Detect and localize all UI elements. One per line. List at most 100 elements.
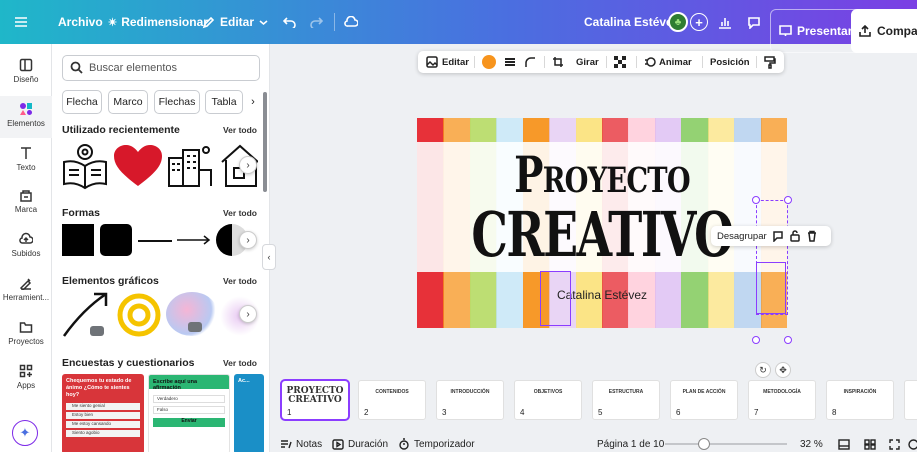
zoom-slider-track[interactable] xyxy=(665,443,787,445)
see-all-link[interactable]: Ver todo xyxy=(223,208,257,218)
comment-plus-icon[interactable] xyxy=(772,230,784,242)
menu-button[interactable] xyxy=(14,0,28,44)
page-view-button[interactable] xyxy=(838,436,850,452)
slide-canvas[interactable]: Proyecto CREATIVO Catalina Estévez xyxy=(417,118,787,328)
rail-item-elements[interactable]: Elementos xyxy=(0,96,52,138)
rail-item-projects[interactable]: Proyectos xyxy=(0,320,52,346)
undo-button[interactable] xyxy=(283,0,296,44)
see-all-link[interactable]: Ver todo xyxy=(223,358,257,368)
transparency-button[interactable] xyxy=(614,51,626,73)
rail-item-text[interactable]: Texto xyxy=(0,146,52,172)
corner-rounding-button[interactable] xyxy=(524,51,536,73)
share-button[interactable]: Compartir xyxy=(851,9,917,53)
insights-button[interactable] xyxy=(718,0,732,44)
buildings-graphic[interactable] xyxy=(166,140,216,190)
rounded-square-shape[interactable] xyxy=(100,224,132,256)
thumbnail-page-8[interactable]: INSPIRACIÓN 8 xyxy=(826,380,894,420)
slide-title-line-1[interactable]: Proyecto xyxy=(458,148,747,202)
chip-flechas[interactable]: Flechas xyxy=(154,90,200,114)
crop-button[interactable] xyxy=(552,51,564,73)
zoom-slider-thumb[interactable] xyxy=(698,438,711,450)
resize-handle[interactable] xyxy=(752,336,760,344)
edit-label: Editar xyxy=(220,15,255,29)
chip-marco[interactable]: Marco xyxy=(108,90,148,114)
see-all-link[interactable]: Ver todo xyxy=(223,276,257,286)
position-button[interactable]: Posición xyxy=(710,51,750,73)
graphics-next-button[interactable]: › xyxy=(239,305,257,323)
fill-color-button[interactable] xyxy=(482,51,496,73)
rail-item-brand[interactable]: Marca xyxy=(0,188,52,214)
panel-scrollbar[interactable] xyxy=(263,92,267,192)
chip-tabla[interactable]: Tabla xyxy=(205,90,243,114)
thumbnail-page-1[interactable]: PROYECTO CREATIVO 1 xyxy=(280,379,350,421)
rail-item-tools[interactable]: Herramient... xyxy=(0,276,52,302)
timer-button[interactable]: Temporizador xyxy=(398,436,475,452)
thumbnail-page-9-partial[interactable] xyxy=(904,380,917,420)
rotate-button[interactable]: Girar xyxy=(576,51,599,73)
square-shape[interactable] xyxy=(62,224,94,256)
fullscreen-button[interactable] xyxy=(889,436,900,452)
thumb-title: OBJETIVOS xyxy=(533,389,563,395)
trash-icon[interactable] xyxy=(806,230,818,242)
shapes-next-button[interactable]: › xyxy=(239,231,257,249)
move-handle[interactable]: ✥ xyxy=(775,362,791,378)
heart-graphic[interactable] xyxy=(112,144,164,188)
selected-element-outline[interactable] xyxy=(756,262,786,314)
line-shape[interactable] xyxy=(138,240,172,242)
notes-button[interactable]: Notas xyxy=(280,436,322,452)
search-input[interactable]: Buscar elementos xyxy=(62,55,260,81)
unlock-icon[interactable] xyxy=(789,230,801,242)
see-all-link[interactable]: Ver todo xyxy=(223,125,257,135)
file-menu[interactable]: Archivo xyxy=(58,0,103,44)
rotate-handle[interactable]: ↻ xyxy=(755,362,771,378)
chip-flecha[interactable]: Flecha xyxy=(62,90,102,114)
thumbnail-page-2[interactable]: CONTENIDOS 2 xyxy=(358,380,426,420)
edit-element-button[interactable]: Editar xyxy=(426,51,469,73)
statement-survey-card[interactable]: Escribe aquí una afirmación Verdadero Fa… xyxy=(148,374,230,452)
ungroup-button[interactable]: Desagrupar xyxy=(717,231,767,242)
thumbnail-page-7[interactable]: METODOLOGÍA 7 xyxy=(748,380,816,420)
search-icon xyxy=(70,61,83,74)
chips-next-button[interactable]: › xyxy=(245,90,261,114)
comments-button[interactable] xyxy=(747,0,761,44)
rail-item-apps[interactable]: Apps xyxy=(0,364,52,390)
hand-drawn-arrow-graphic[interactable] xyxy=(60,288,112,340)
duration-button[interactable]: Duración xyxy=(332,436,388,452)
add-collaborator-button[interactable]: + xyxy=(690,0,708,44)
resize-handle[interactable] xyxy=(784,196,792,204)
edit-menu[interactable]: Editar xyxy=(202,0,268,44)
animate-button[interactable]: Animar xyxy=(644,51,692,73)
resize-handle[interactable] xyxy=(784,336,792,344)
book-gear-graphic[interactable] xyxy=(60,140,110,190)
slide-author[interactable]: Catalina Estévez xyxy=(417,288,787,302)
resize-handle[interactable] xyxy=(752,196,760,204)
yellow-circle-graphic[interactable] xyxy=(114,290,164,340)
avatar[interactable]: ♣ xyxy=(668,0,688,44)
thumbnail-page-4[interactable]: OBJETIVOS 4 xyxy=(514,380,582,420)
save-status-button[interactable] xyxy=(344,0,358,44)
thumbnail-page-3[interactable]: INTRODUCCIÓN 3 xyxy=(436,380,504,420)
arrow-line-shape[interactable] xyxy=(176,232,212,248)
thumbnail-page-5[interactable]: ESTRUCTURA 5 xyxy=(592,380,660,420)
play-box-icon xyxy=(332,438,344,450)
zoom-level[interactable]: 32 % xyxy=(800,436,823,452)
slide-title-line-2[interactable]: CREATIVO xyxy=(465,202,739,268)
mood-survey-card[interactable]: Chequemos tu estado de ánimo ¿Cómo te si… xyxy=(62,374,144,452)
third-survey-card[interactable]: Ac... xyxy=(234,374,264,452)
selected-stripe-outline[interactable] xyxy=(540,271,571,326)
rail-item-uploads[interactable]: Subidos xyxy=(0,232,52,258)
thumbnail-page-6[interactable]: PLAN DE ACCIÓN 6 xyxy=(670,380,738,420)
rail-item-design[interactable]: Diseño xyxy=(0,58,52,84)
redo-button[interactable] xyxy=(310,0,323,44)
resize-button[interactable]: ✴ Redimensionar xyxy=(108,0,208,44)
recent-next-button[interactable]: › xyxy=(239,156,257,174)
collapse-panel-button[interactable]: ‹ xyxy=(262,244,276,270)
help-button[interactable] xyxy=(908,436,917,452)
copy-style-button[interactable] xyxy=(764,51,776,73)
border-style-button[interactable] xyxy=(504,51,516,73)
magic-assistant-button[interactable]: ✦ xyxy=(12,420,38,446)
present-button[interactable]: Presentar xyxy=(770,9,862,53)
notes-label: Notas xyxy=(296,438,323,450)
grid-view-button[interactable] xyxy=(864,436,876,452)
watercolor-blob-graphic[interactable] xyxy=(166,292,218,336)
